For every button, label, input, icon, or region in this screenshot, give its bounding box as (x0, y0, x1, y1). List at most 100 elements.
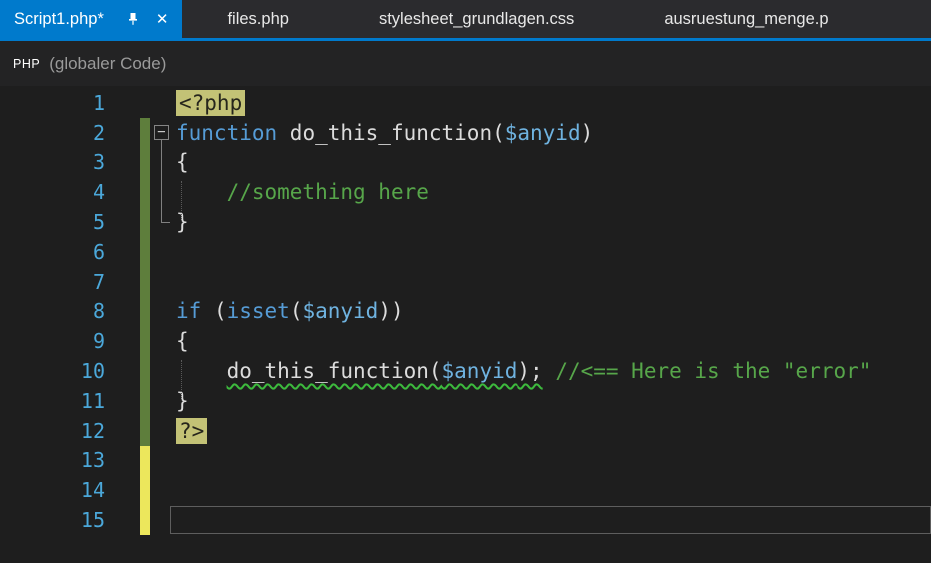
fold-margin (150, 386, 176, 416)
code-line-9[interactable]: 9{ (0, 326, 931, 356)
language-badge: PHP (13, 57, 40, 71)
navigation-bar: PHP (globaler Code) (0, 41, 931, 86)
line-number: 10 (0, 359, 105, 383)
change-tracking-indicator (140, 267, 150, 297)
fold-margin (150, 88, 176, 118)
token-plain: { (176, 329, 189, 353)
token-plain (176, 180, 227, 204)
fold-margin (150, 297, 176, 327)
change-tracking-indicator (140, 416, 150, 446)
line-number: 2 (0, 121, 105, 145)
fold-outline-line (161, 140, 162, 222)
tab-label: Script1.php* (14, 10, 104, 29)
line-number: 9 (0, 329, 105, 353)
token-php-tag: <?php (176, 90, 245, 116)
change-tracking-indicator (140, 446, 150, 476)
code-line-6[interactable]: 6 (0, 237, 931, 267)
fold-margin (150, 446, 176, 476)
code-text[interactable]: //something here (176, 180, 429, 204)
warning-squiggle-text: ); (517, 359, 542, 383)
code-text[interactable]: if (isset($anyid)) (176, 299, 404, 323)
tab-ausruestung-menge-p[interactable]: ausruestung_menge.p (619, 0, 873, 38)
code-line-4[interactable]: 4 //something here (0, 177, 931, 207)
code-line-2[interactable]: 2 −function do_this_function($anyid) (0, 118, 931, 148)
code-text[interactable]: } (176, 210, 189, 234)
fold-margin: − (150, 118, 176, 148)
token-comment: //something here (227, 180, 429, 204)
collapse-toggle-icon[interactable]: − (154, 125, 169, 140)
line-number: 3 (0, 150, 105, 174)
code-line-7[interactable]: 7 (0, 267, 931, 297)
code-line-15[interactable]: 15 (0, 505, 931, 535)
change-tracking-indicator (140, 118, 150, 148)
indent-guide-line (181, 360, 182, 400)
code-line-12[interactable]: 12?> (0, 416, 931, 446)
line-number: 4 (0, 180, 105, 204)
code-editor[interactable]: 1<?php2−function do_this_function($anyid… (0, 86, 931, 563)
token-variable: $anyid (302, 299, 378, 323)
tab-script1-php[interactable]: Script1.php* ✕ (0, 0, 182, 38)
fold-margin (150, 416, 176, 446)
fold-margin (150, 356, 176, 386)
tab-label: stylesheet_grundlagen.css (379, 10, 574, 29)
code-line-11[interactable]: 11} (0, 386, 931, 416)
token-plain (543, 359, 556, 383)
token-plain: { (176, 150, 189, 174)
change-tracking-indicator (140, 177, 150, 207)
token-plain: } (176, 210, 189, 234)
code-line-3[interactable]: 3{ (0, 148, 931, 178)
token-plain: } (176, 389, 189, 413)
token-variable: $anyid (505, 121, 581, 145)
code-text[interactable]: { (176, 150, 189, 174)
token-keyword: if (176, 299, 201, 323)
token-plain: )) (378, 299, 403, 323)
token-plain: ( (290, 299, 303, 323)
code-text[interactable]: <?php (176, 91, 245, 115)
current-line-border (170, 506, 931, 534)
code-line-8[interactable]: 8 if (isset($anyid)) (0, 297, 931, 327)
token-plain: do_this_function( (277, 121, 505, 145)
code-line-14[interactable]: 14 (0, 475, 931, 505)
change-tracking-indicator (140, 297, 150, 327)
code-text[interactable]: function do_this_function($anyid) (176, 121, 593, 145)
line-number: 11 (0, 389, 105, 413)
code-text[interactable]: } (176, 389, 189, 413)
line-number: 15 (0, 508, 105, 532)
scope-dropdown[interactable]: (globaler Code) (49, 54, 166, 74)
document-tab-bar: Script1.php* ✕ files.php stylesheet_grundla… (0, 0, 931, 38)
code-text[interactable]: ?> (176, 419, 207, 443)
fold-outline-tick (161, 222, 170, 223)
close-icon[interactable]: ✕ (156, 12, 169, 27)
line-number: 6 (0, 240, 105, 264)
change-tracking-indicator (140, 237, 150, 267)
change-tracking-indicator (140, 88, 150, 118)
change-tracking-indicator (140, 386, 150, 416)
line-number: 1 (0, 91, 105, 115)
warning-squiggle-text: $anyid (442, 359, 518, 383)
fold-margin (150, 148, 176, 178)
tab-stylesheet-grundlagen-css[interactable]: stylesheet_grundlagen.css (334, 0, 619, 38)
code-text[interactable]: { (176, 329, 189, 353)
code-line-13[interactable]: 13 (0, 446, 931, 476)
ide-window: Script1.php* ✕ files.php stylesheet_grundla… (0, 0, 931, 563)
code-line-5[interactable]: 5} (0, 207, 931, 237)
indent-guide-line (181, 181, 182, 221)
fold-margin (150, 267, 176, 297)
line-number: 5 (0, 210, 105, 234)
code-lines: 1<?php2−function do_this_function($anyid… (0, 88, 931, 535)
line-number: 8 (0, 299, 105, 323)
code-line-10[interactable]: 10 do_this_function($anyid); //<== Here … (0, 356, 931, 386)
token-php-tag: ?> (176, 418, 207, 444)
warning-squiggle-text: do_this_function( (227, 359, 442, 383)
token-plain: ( (201, 299, 226, 323)
fold-margin (150, 475, 176, 505)
code-text[interactable]: do_this_function($anyid); //<== Here is … (176, 359, 871, 383)
change-tracking-indicator (140, 207, 150, 237)
code-line-1[interactable]: 1 <?php (0, 88, 931, 118)
token-keyword: function (176, 121, 277, 145)
change-tracking-indicator (140, 326, 150, 356)
fold-margin (150, 326, 176, 356)
change-tracking-indicator (140, 356, 150, 386)
pushpin-icon[interactable] (126, 12, 140, 26)
tab-files-php[interactable]: files.php (182, 0, 333, 38)
